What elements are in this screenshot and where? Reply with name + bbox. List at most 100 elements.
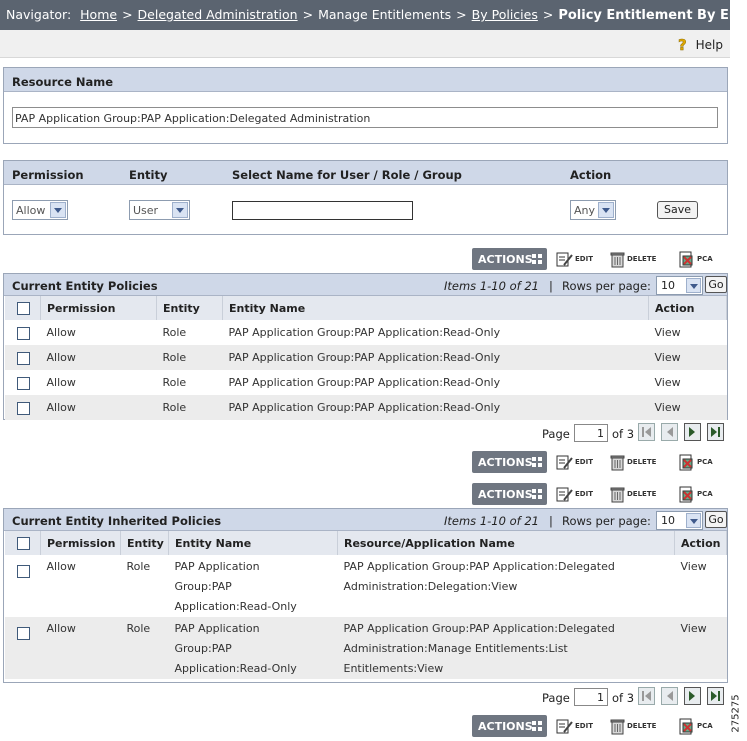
edit-button[interactable]: EDIT [556, 715, 593, 737]
column-header-resource-name[interactable]: Resource/Application Name [337, 531, 675, 555]
page-input[interactable]: 1 [574, 424, 608, 442]
previous-page-button[interactable] [661, 423, 678, 441]
delete-button[interactable]: DELETE [610, 715, 656, 737]
actions-toolbar: ACTIONS EDIT DELETE PCA [472, 715, 728, 737]
last-page-button[interactable] [707, 687, 724, 705]
entity-name-line: Application:Read-Only [174, 662, 297, 675]
action-select[interactable]: Any [570, 200, 616, 220]
permission-select[interactable]: Allow [12, 200, 68, 220]
pca-icon [679, 718, 693, 734]
column-header-entity[interactable]: Entity [156, 296, 223, 320]
row-view-link[interactable]: View [648, 395, 727, 420]
column-header-action[interactable]: Action [648, 296, 727, 320]
previous-page-icon [667, 427, 673, 437]
go-button[interactable]: Go [705, 276, 727, 293]
row-checkbox[interactable] [16, 626, 30, 640]
help-link[interactable]: ? Help [676, 37, 723, 52]
entity-header: Entity [129, 168, 168, 182]
actions-button[interactable]: ACTIONS [472, 483, 547, 505]
select-name-header: Select Name for User / Role / Group [232, 168, 462, 182]
resource-name-field: PAP Application Group:PAP Application:De… [12, 107, 718, 128]
breadcrumb-separator: > [542, 7, 554, 22]
delete-button[interactable]: DELETE [610, 248, 656, 270]
column-header-action[interactable]: Action [674, 531, 727, 555]
row-resource-name: PAP Application Group:PAP Application:De… [338, 555, 675, 617]
entity-name-input[interactable] [232, 201, 413, 220]
pca-button[interactable]: PCA [678, 451, 713, 473]
entity-name-line: Application:Read-Only [174, 600, 297, 613]
row-permission: Allow [40, 395, 157, 420]
breadcrumb-link-delegated-administration[interactable]: Delegated Administration [138, 7, 298, 22]
edit-label: EDIT [575, 490, 593, 498]
previous-page-button[interactable] [661, 687, 678, 705]
delete-button[interactable]: DELETE [610, 483, 656, 505]
next-page-button[interactable] [684, 423, 701, 441]
column-header-permission[interactable]: Permission [40, 531, 121, 555]
last-page-icon [711, 427, 720, 437]
edit-button[interactable]: EDIT [556, 248, 593, 270]
edit-label: EDIT [575, 255, 593, 263]
figure-code: 275275 [731, 690, 747, 740]
actions-button[interactable]: ACTIONS [472, 451, 547, 473]
save-button[interactable]: Save [657, 201, 698, 219]
actions-button[interactable]: ACTIONS [472, 715, 547, 737]
row-checkbox[interactable] [16, 351, 30, 365]
row-checkbox[interactable] [16, 376, 30, 390]
first-page-button[interactable] [638, 687, 655, 705]
pca-label: PCA [697, 255, 713, 263]
chevron-down-icon [598, 202, 614, 218]
row-view-link[interactable]: View [648, 345, 727, 370]
last-page-button[interactable] [707, 423, 724, 441]
row-checkbox[interactable] [16, 564, 30, 578]
action-header: Action [570, 168, 612, 182]
table-row: Allow Role PAP Application Group:PAP App… [5, 555, 727, 617]
previous-page-icon [667, 691, 673, 701]
edit-icon [556, 487, 573, 501]
entity-select[interactable]: User [129, 200, 190, 220]
pca-button[interactable]: PCA [678, 715, 713, 737]
row-resource-name: PAP Application Group:PAP Application:De… [337, 617, 675, 679]
page-label: Page [542, 691, 570, 705]
permission-select-value: Allow [16, 204, 46, 217]
edit-button[interactable]: EDIT [556, 451, 593, 473]
column-header-entity-name[interactable]: Entity Name [168, 531, 338, 555]
pca-label: PCA [697, 722, 713, 730]
rows-per-page-value: 10 [661, 279, 675, 292]
edit-icon [556, 252, 573, 266]
pca-label: PCA [697, 458, 713, 466]
pca-button[interactable]: PCA [678, 483, 713, 505]
row-entity: Role [126, 560, 151, 573]
row-checkbox-cell [5, 320, 41, 345]
rows-per-page-select[interactable]: 10 [656, 276, 703, 295]
go-button[interactable]: Go [705, 511, 727, 528]
row-checkbox[interactable] [16, 401, 30, 415]
permission-header: Permission [12, 168, 84, 182]
page-total: of 3 [612, 691, 635, 705]
pca-button[interactable]: PCA [678, 248, 713, 270]
actions-button[interactable]: ACTIONS [472, 248, 547, 270]
breadcrumb-link-by-policies[interactable]: By Policies [472, 7, 538, 22]
column-header-entity-name[interactable]: Entity Name [222, 296, 649, 320]
delete-button[interactable]: DELETE [610, 451, 656, 473]
row-view-link[interactable]: View [675, 555, 727, 617]
row-checkbox-cell [4, 345, 41, 370]
edit-button[interactable]: EDIT [556, 483, 593, 505]
row-view-link[interactable]: View [649, 370, 727, 395]
row-view-link[interactable]: View [649, 320, 727, 345]
edit-label: EDIT [575, 722, 593, 730]
next-page-icon [689, 691, 695, 701]
column-header-permission[interactable]: Permission [40, 296, 157, 320]
row-entity: Role [162, 326, 187, 339]
actions-toolbar: ACTIONS EDIT DELETE PCA [472, 483, 728, 505]
breadcrumb-link-home[interactable]: Home [80, 7, 117, 22]
row-view-link[interactable]: View [674, 617, 727, 679]
first-page-icon [642, 427, 651, 437]
select-all-checkbox[interactable] [17, 301, 30, 315]
row-checkbox[interactable] [16, 326, 30, 340]
select-all-checkbox[interactable] [17, 536, 30, 550]
page-input[interactable]: 1 [574, 688, 608, 706]
first-page-button[interactable] [638, 423, 655, 441]
rows-per-page-select[interactable]: 10 [656, 511, 703, 530]
next-page-button[interactable] [684, 687, 701, 705]
column-header-entity[interactable]: Entity [120, 531, 169, 555]
